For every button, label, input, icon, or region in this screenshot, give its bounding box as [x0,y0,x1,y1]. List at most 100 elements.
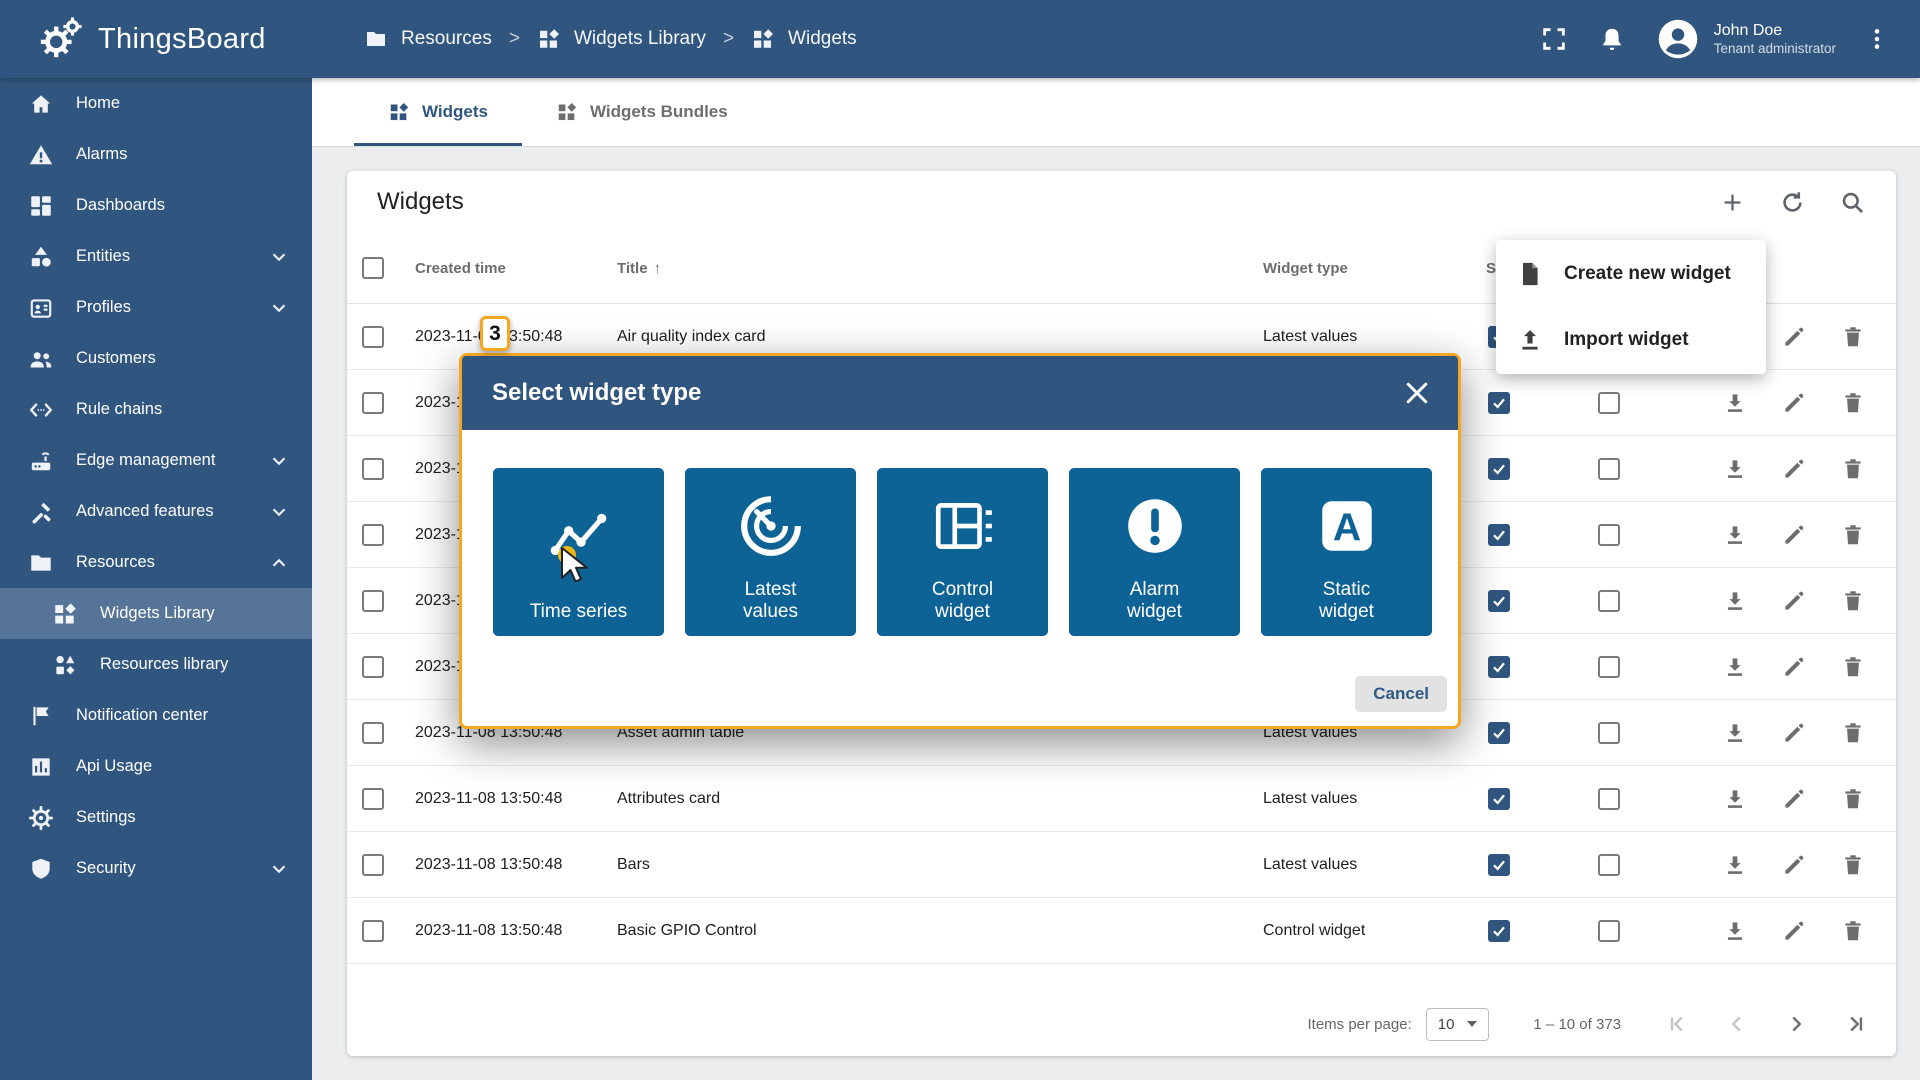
deprecated-checkbox[interactable] [1598,458,1620,480]
tile-alarm-widget[interactable]: Alarm widget [1069,468,1240,636]
app-logo[interactable]: ThingsBoard [0,16,312,62]
export-download-icon[interactable] [1722,786,1748,812]
system-checkbox[interactable] [1488,854,1510,876]
sidebar-item-settings[interactable]: Settings [0,792,312,843]
system-checkbox[interactable] [1488,590,1510,612]
page-size-select[interactable]: 10 [1426,1008,1490,1041]
table-row[interactable]: 2023-11-08 13:50:48 Attributes card Late… [347,766,1896,832]
sidebar-item-entities[interactable]: Entities [0,231,312,282]
tile-static-widget[interactable]: A Static widget [1261,468,1432,636]
row-checkbox[interactable] [362,920,384,942]
edit-pencil-icon[interactable] [1781,456,1807,482]
system-checkbox[interactable] [1488,524,1510,546]
select-all-checkbox[interactable] [362,257,384,279]
delete-trash-icon[interactable] [1840,390,1866,416]
sidebar-item-resources[interactable]: Resources [0,537,312,588]
delete-trash-icon[interactable] [1840,918,1866,944]
export-download-icon[interactable] [1722,456,1748,482]
sidebar-item-profiles[interactable]: Profiles [0,282,312,333]
sidebar-item-alarms[interactable]: Alarms [0,129,312,180]
system-checkbox[interactable] [1488,458,1510,480]
sidebar-item-rule-chains[interactable]: Rule chains [0,384,312,435]
breadcrumb-widgets-library[interactable]: Widgets Library [574,28,706,50]
edit-pencil-icon[interactable] [1781,786,1807,812]
delete-trash-icon[interactable] [1840,654,1866,680]
edit-pencil-icon[interactable] [1781,654,1807,680]
sidebar-item-resources-library[interactable]: Resources library [0,639,312,690]
tab-widgets[interactable]: Widgets [354,78,522,146]
export-download-icon[interactable] [1722,720,1748,746]
column-created-time[interactable]: Created time [415,260,617,277]
edit-pencil-icon[interactable] [1781,324,1807,350]
deprecated-checkbox[interactable] [1598,722,1620,744]
prev-page-icon[interactable] [1724,1011,1750,1037]
menu-item-import-widget[interactable]: Import widget [1496,307,1766,373]
delete-trash-icon[interactable] [1840,588,1866,614]
next-page-icon[interactable] [1783,1011,1809,1037]
user-info[interactable]: John Doe Tenant administrator [1714,21,1836,58]
export-download-icon[interactable] [1722,654,1748,680]
deprecated-checkbox[interactable] [1598,590,1620,612]
sidebar-item-customers[interactable]: Customers [0,333,312,384]
system-checkbox[interactable] [1488,656,1510,678]
row-checkbox[interactable] [362,722,384,744]
notifications-bell-icon[interactable] [1598,25,1626,53]
kebab-menu-icon[interactable] [1864,26,1890,52]
column-widget-type[interactable]: Widget type [1263,260,1459,277]
row-checkbox[interactable] [362,854,384,876]
row-checkbox[interactable] [362,524,384,546]
row-checkbox[interactable] [362,788,384,810]
deprecated-checkbox[interactable] [1598,788,1620,810]
search-icon[interactable] [1839,189,1866,216]
delete-trash-icon[interactable] [1840,522,1866,548]
menu-item-create-new-widget[interactable]: Create new widget [1496,241,1766,307]
deprecated-checkbox[interactable] [1598,656,1620,678]
delete-trash-icon[interactable] [1840,324,1866,350]
refresh-icon[interactable] [1779,189,1806,216]
deprecated-checkbox[interactable] [1598,854,1620,876]
cancel-button[interactable]: Cancel [1355,676,1447,712]
last-page-icon[interactable] [1842,1011,1868,1037]
sidebar-item-api-usage[interactable]: Api Usage [0,741,312,792]
deprecated-checkbox[interactable] [1598,524,1620,546]
export-download-icon[interactable] [1722,588,1748,614]
row-checkbox[interactable] [362,590,384,612]
breadcrumb-resources[interactable]: Resources [401,28,492,50]
add-widget-icon[interactable] [1719,189,1746,216]
tile-control-widget[interactable]: Control widget [877,468,1048,636]
row-checkbox[interactable] [362,656,384,678]
column-title[interactable]: Title↑ [617,260,1263,277]
delete-trash-icon[interactable] [1840,456,1866,482]
export-download-icon[interactable] [1722,390,1748,416]
delete-trash-icon[interactable] [1840,852,1866,878]
edit-pencil-icon[interactable] [1781,588,1807,614]
row-checkbox[interactable] [362,392,384,414]
delete-trash-icon[interactable] [1840,720,1866,746]
export-download-icon[interactable] [1722,852,1748,878]
system-checkbox[interactable] [1488,788,1510,810]
tile-latest-values[interactable]: Latest values [685,468,856,636]
close-icon[interactable] [1402,378,1432,408]
tile-time-series[interactable]: Time series [493,468,664,636]
tab-widgets-bundles[interactable]: Widgets Bundles [522,78,762,146]
sidebar-item-notification-center[interactable]: Notification center [0,690,312,741]
sidebar-item-edge-management[interactable]: Edge management [0,435,312,486]
row-checkbox[interactable] [362,458,384,480]
system-checkbox[interactable] [1488,722,1510,744]
first-page-icon[interactable] [1665,1011,1691,1037]
sidebar-item-security[interactable]: Security [0,843,312,894]
row-checkbox[interactable] [362,326,384,348]
sidebar-item-dashboards[interactable]: Dashboards [0,180,312,231]
sidebar-item-home[interactable]: Home [0,78,312,129]
export-download-icon[interactable] [1722,522,1748,548]
system-checkbox[interactable] [1488,920,1510,942]
fullscreen-icon[interactable] [1540,25,1568,53]
delete-trash-icon[interactable] [1840,786,1866,812]
edit-pencil-icon[interactable] [1781,852,1807,878]
deprecated-checkbox[interactable] [1598,392,1620,414]
table-row[interactable]: 2023-11-08 13:50:48 Bars Latest values [347,832,1896,898]
deprecated-checkbox[interactable] [1598,920,1620,942]
sidebar-item-widgets-library[interactable]: Widgets Library [0,588,312,639]
edit-pencil-icon[interactable] [1781,390,1807,416]
table-row[interactable]: 2023-11-08 13:50:48 Basic GPIO Control C… [347,898,1896,964]
